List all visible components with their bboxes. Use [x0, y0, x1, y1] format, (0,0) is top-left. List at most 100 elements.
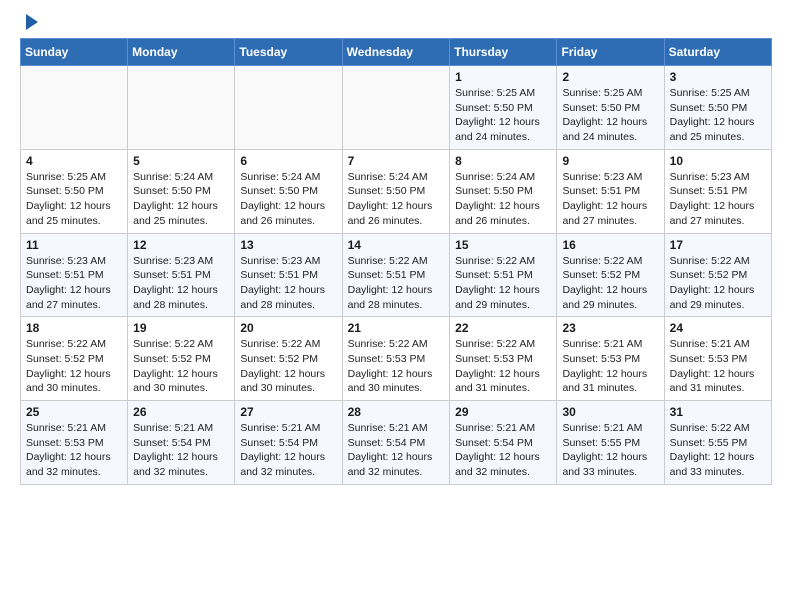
calendar-cell — [128, 66, 235, 150]
calendar-header: SundayMondayTuesdayWednesdayThursdayFrid… — [21, 39, 772, 66]
day-info: Sunrise: 5:21 AM Sunset: 5:54 PM Dayligh… — [348, 421, 445, 480]
day-number: 24 — [670, 321, 766, 335]
day-info: Sunrise: 5:22 AM Sunset: 5:53 PM Dayligh… — [455, 337, 551, 396]
day-info: Sunrise: 5:21 AM Sunset: 5:54 PM Dayligh… — [133, 421, 229, 480]
calendar-cell: 23 Sunrise: 5:21 AM Sunset: 5:53 PM Dayli… — [557, 317, 664, 401]
calendar-cell: 2 Sunrise: 5:25 AM Sunset: 5:50 PM Daylig… — [557, 66, 664, 150]
day-info: Sunrise: 5:25 AM Sunset: 5:50 PM Dayligh… — [26, 170, 122, 229]
day-info: Sunrise: 5:22 AM Sunset: 5:52 PM Dayligh… — [133, 337, 229, 396]
day-info: Sunrise: 5:23 AM Sunset: 5:51 PM Dayligh… — [562, 170, 658, 229]
calendar-week-3: 11 Sunrise: 5:23 AM Sunset: 5:51 PM Dayli… — [21, 233, 772, 317]
day-info: Sunrise: 5:22 AM Sunset: 5:52 PM Dayligh… — [26, 337, 122, 396]
day-header-thursday: Thursday — [450, 39, 557, 66]
day-number: 28 — [348, 405, 445, 419]
day-info: Sunrise: 5:23 AM Sunset: 5:51 PM Dayligh… — [133, 254, 229, 313]
day-info: Sunrise: 5:21 AM Sunset: 5:53 PM Dayligh… — [562, 337, 658, 396]
day-number: 5 — [133, 154, 229, 168]
calendar-cell: 12 Sunrise: 5:23 AM Sunset: 5:51 PM Dayli… — [128, 233, 235, 317]
calendar-week-1: 1 Sunrise: 5:25 AM Sunset: 5:50 PM Daylig… — [21, 66, 772, 150]
day-info: Sunrise: 5:24 AM Sunset: 5:50 PM Dayligh… — [348, 170, 445, 229]
calendar-cell — [21, 66, 128, 150]
day-number: 16 — [562, 238, 658, 252]
day-info: Sunrise: 5:22 AM Sunset: 5:52 PM Dayligh… — [240, 337, 336, 396]
day-header-sunday: Sunday — [21, 39, 128, 66]
day-info: Sunrise: 5:23 AM Sunset: 5:51 PM Dayligh… — [670, 170, 766, 229]
day-number: 13 — [240, 238, 336, 252]
day-info: Sunrise: 5:22 AM Sunset: 5:51 PM Dayligh… — [455, 254, 551, 313]
day-number: 23 — [562, 321, 658, 335]
day-number: 6 — [240, 154, 336, 168]
calendar-cell: 5 Sunrise: 5:24 AM Sunset: 5:50 PM Daylig… — [128, 149, 235, 233]
day-number: 25 — [26, 405, 122, 419]
day-number: 4 — [26, 154, 122, 168]
day-info: Sunrise: 5:22 AM Sunset: 5:51 PM Dayligh… — [348, 254, 445, 313]
calendar-cell: 26Sunrise: 5:21 AM Sunset: 5:54 PM Dayli… — [128, 401, 235, 485]
day-info: Sunrise: 5:22 AM Sunset: 5:55 PM Dayligh… — [670, 421, 766, 480]
calendar-cell: 20Sunrise: 5:22 AM Sunset: 5:52 PM Dayli… — [235, 317, 342, 401]
calendar-cell: 3Sunrise: 5:25 AM Sunset: 5:50 PM Daylig… — [664, 66, 771, 150]
day-info: Sunrise: 5:23 AM Sunset: 5:51 PM Dayligh… — [26, 254, 122, 313]
day-info: Sunrise: 5:22 AM Sunset: 5:52 PM Dayligh… — [670, 254, 766, 313]
calendar-cell: 10 Sunrise: 5:23 AM Sunset: 5:51 PM Dayli… — [664, 149, 771, 233]
calendar-cell: 4 Sunrise: 5:25 AM Sunset: 5:50 PM Daylig… — [21, 149, 128, 233]
calendar-cell: 29Sunrise: 5:21 AM Sunset: 5:54 PM Dayli… — [450, 401, 557, 485]
calendar-cell: 1 Sunrise: 5:25 AM Sunset: 5:50 PM Daylig… — [450, 66, 557, 150]
day-header-tuesday: Tuesday — [235, 39, 342, 66]
day-header-friday: Friday — [557, 39, 664, 66]
day-number: 2 — [562, 70, 658, 84]
calendar-cell — [342, 66, 450, 150]
calendar-week-2: 4 Sunrise: 5:25 AM Sunset: 5:50 PM Daylig… — [21, 149, 772, 233]
calendar-cell: 16 Sunrise: 5:22 AM Sunset: 5:52 PM Dayli… — [557, 233, 664, 317]
calendar-cell — [235, 66, 342, 150]
calendar-cell: 25Sunrise: 5:21 AM Sunset: 5:53 PM Dayli… — [21, 401, 128, 485]
calendar-cell: 15 Sunrise: 5:22 AM Sunset: 5:51 PM Dayli… — [450, 233, 557, 317]
day-header-monday: Monday — [128, 39, 235, 66]
calendar-week-5: 25Sunrise: 5:21 AM Sunset: 5:53 PM Dayli… — [21, 401, 772, 485]
calendar-week-4: 18 Sunrise: 5:22 AM Sunset: 5:52 PM Dayli… — [21, 317, 772, 401]
day-number: 11 — [26, 238, 122, 252]
day-header-saturday: Saturday — [664, 39, 771, 66]
calendar-table: SundayMondayTuesdayWednesdayThursdayFrid… — [20, 38, 772, 485]
calendar-cell: 18 Sunrise: 5:22 AM Sunset: 5:52 PM Dayli… — [21, 317, 128, 401]
day-info: Sunrise: 5:24 AM Sunset: 5:50 PM Dayligh… — [240, 170, 336, 229]
day-number: 18 — [26, 321, 122, 335]
day-info: Sunrise: 5:22 AM Sunset: 5:53 PM Dayligh… — [348, 337, 445, 396]
day-info: Sunrise: 5:24 AM Sunset: 5:50 PM Dayligh… — [133, 170, 229, 229]
day-number: 21 — [348, 321, 445, 335]
calendar-cell: 21 Sunrise: 5:22 AM Sunset: 5:53 PM Dayli… — [342, 317, 450, 401]
day-info: Sunrise: 5:22 AM Sunset: 5:52 PM Dayligh… — [562, 254, 658, 313]
day-number: 19 — [133, 321, 229, 335]
day-number: 15 — [455, 238, 551, 252]
day-number: 27 — [240, 405, 336, 419]
calendar-cell: 22 Sunrise: 5:22 AM Sunset: 5:53 PM Dayli… — [450, 317, 557, 401]
logo — [20, 16, 38, 30]
day-number: 7 — [348, 154, 445, 168]
calendar-cell: 7 Sunrise: 5:24 AM Sunset: 5:50 PM Daylig… — [342, 149, 450, 233]
day-info: Sunrise: 5:24 AM Sunset: 5:50 PM Dayligh… — [455, 170, 551, 229]
day-number: 1 — [455, 70, 551, 84]
calendar-cell: 24 Sunrise: 5:21 AM Sunset: 5:53 PM Dayli… — [664, 317, 771, 401]
day-number: 14 — [348, 238, 445, 252]
day-number: 10 — [670, 154, 766, 168]
day-info: Sunrise: 5:25 AM Sunset: 5:50 PM Dayligh… — [562, 86, 658, 145]
calendar-cell: 28 Sunrise: 5:21 AM Sunset: 5:54 PM Dayli… — [342, 401, 450, 485]
day-number: 30 — [562, 405, 658, 419]
calendar-cell: 11 Sunrise: 5:23 AM Sunset: 5:51 PM Dayli… — [21, 233, 128, 317]
day-info: Sunrise: 5:21 AM Sunset: 5:54 PM Dayligh… — [240, 421, 336, 480]
calendar-cell: 30Sunrise: 5:21 AM Sunset: 5:55 PM Dayli… — [557, 401, 664, 485]
calendar-cell: 17Sunrise: 5:22 AM Sunset: 5:52 PM Dayli… — [664, 233, 771, 317]
calendar-cell: 13 Sunrise: 5:23 AM Sunset: 5:51 PM Dayli… — [235, 233, 342, 317]
page-header — [20, 16, 772, 30]
day-number: 22 — [455, 321, 551, 335]
calendar-cell: 9 Sunrise: 5:23 AM Sunset: 5:51 PM Daylig… — [557, 149, 664, 233]
day-info: Sunrise: 5:25 AM Sunset: 5:50 PM Dayligh… — [670, 86, 766, 145]
day-number: 9 — [562, 154, 658, 168]
calendar-cell: 27 Sunrise: 5:21 AM Sunset: 5:54 PM Dayli… — [235, 401, 342, 485]
day-number: 12 — [133, 238, 229, 252]
day-info: Sunrise: 5:21 AM Sunset: 5:53 PM Dayligh… — [670, 337, 766, 396]
calendar-cell: 6 Sunrise: 5:24 AM Sunset: 5:50 PM Daylig… — [235, 149, 342, 233]
day-info: Sunrise: 5:23 AM Sunset: 5:51 PM Dayligh… — [240, 254, 336, 313]
calendar-cell: 8Sunrise: 5:24 AM Sunset: 5:50 PM Daylig… — [450, 149, 557, 233]
day-info: Sunrise: 5:25 AM Sunset: 5:50 PM Dayligh… — [455, 86, 551, 145]
day-info: Sunrise: 5:21 AM Sunset: 5:54 PM Dayligh… — [455, 421, 551, 480]
